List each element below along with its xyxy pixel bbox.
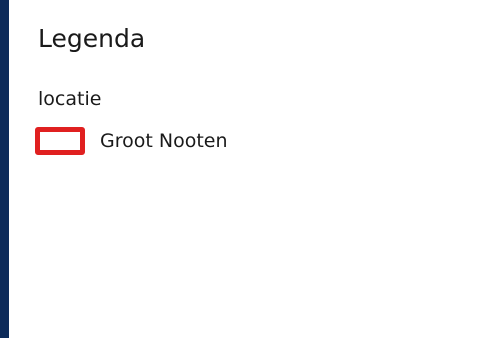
legend-group-label: locatie [38, 88, 102, 110]
legend-item-label: Groot Nooten [100, 130, 228, 152]
legend-item-groot-nooten: Groot Nooten [35, 124, 228, 158]
legend-title: Legenda [38, 24, 146, 53]
outline-rectangle-icon [35, 127, 85, 155]
legend-panel: Legenda locatie Groot Nooten [9, 0, 477, 338]
legend-window: Legenda locatie Groot Nooten [0, 0, 477, 338]
